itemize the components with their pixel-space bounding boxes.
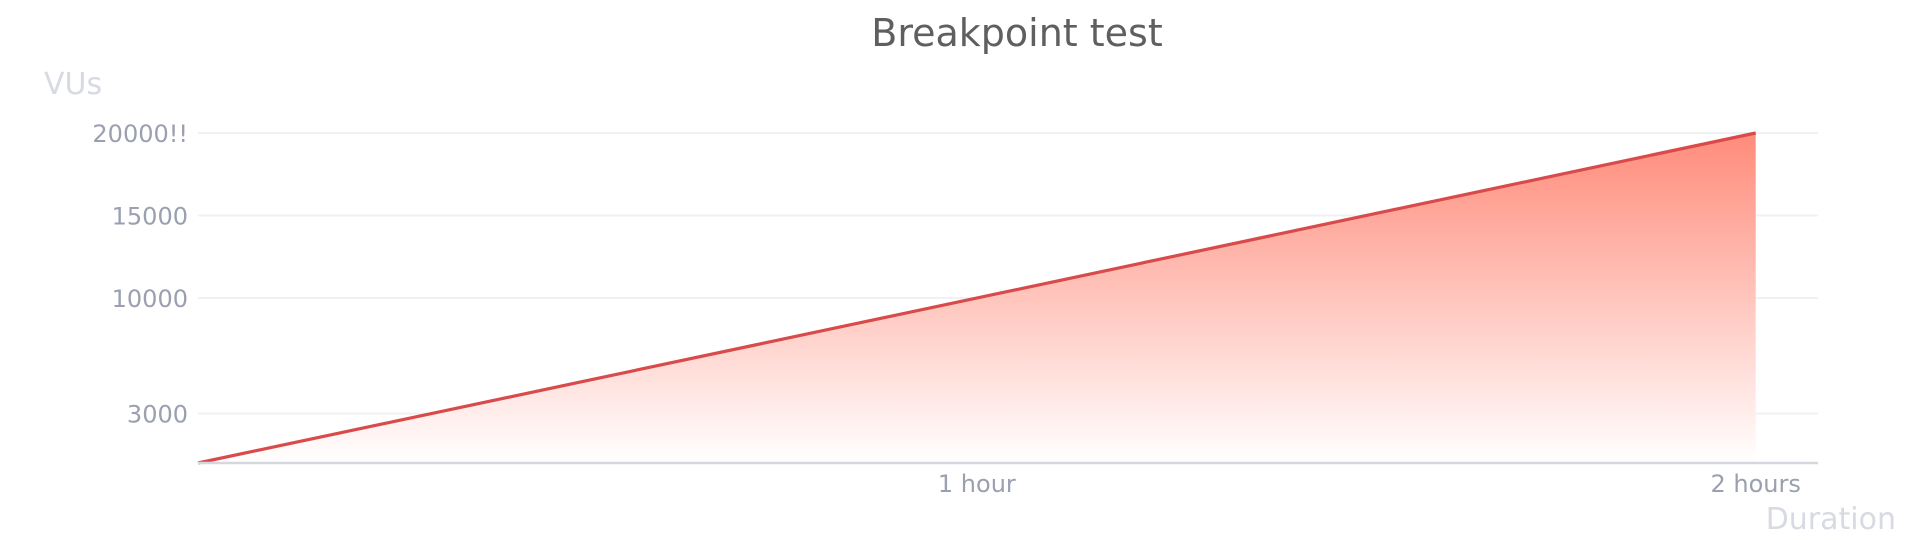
x-tick-label-0: 1 hour	[938, 470, 1016, 498]
chart-container: Breakpoint test VUs Duration 3000 10000 15…	[0, 0, 1920, 540]
y-tick-labels: 3000 10000 15000 20000!!	[92, 120, 188, 429]
breakpoint-area-chart: Breakpoint test VUs Duration 3000 10000 15…	[44, 11, 1896, 537]
y-tick-label-0: 3000	[127, 401, 188, 429]
chart-title: Breakpoint test	[871, 11, 1163, 55]
y-tick-label-2: 15000	[112, 203, 188, 231]
y-tick-label-1: 10000	[112, 285, 188, 313]
y-axis-label: VUs	[44, 67, 102, 102]
x-tick-label-1: 2 hours	[1711, 470, 1801, 498]
x-axis-label: Duration	[1766, 502, 1896, 537]
x-tick-labels: 1 hour 2 hours	[938, 470, 1801, 498]
y-tick-label-3: 20000!!	[92, 120, 188, 148]
